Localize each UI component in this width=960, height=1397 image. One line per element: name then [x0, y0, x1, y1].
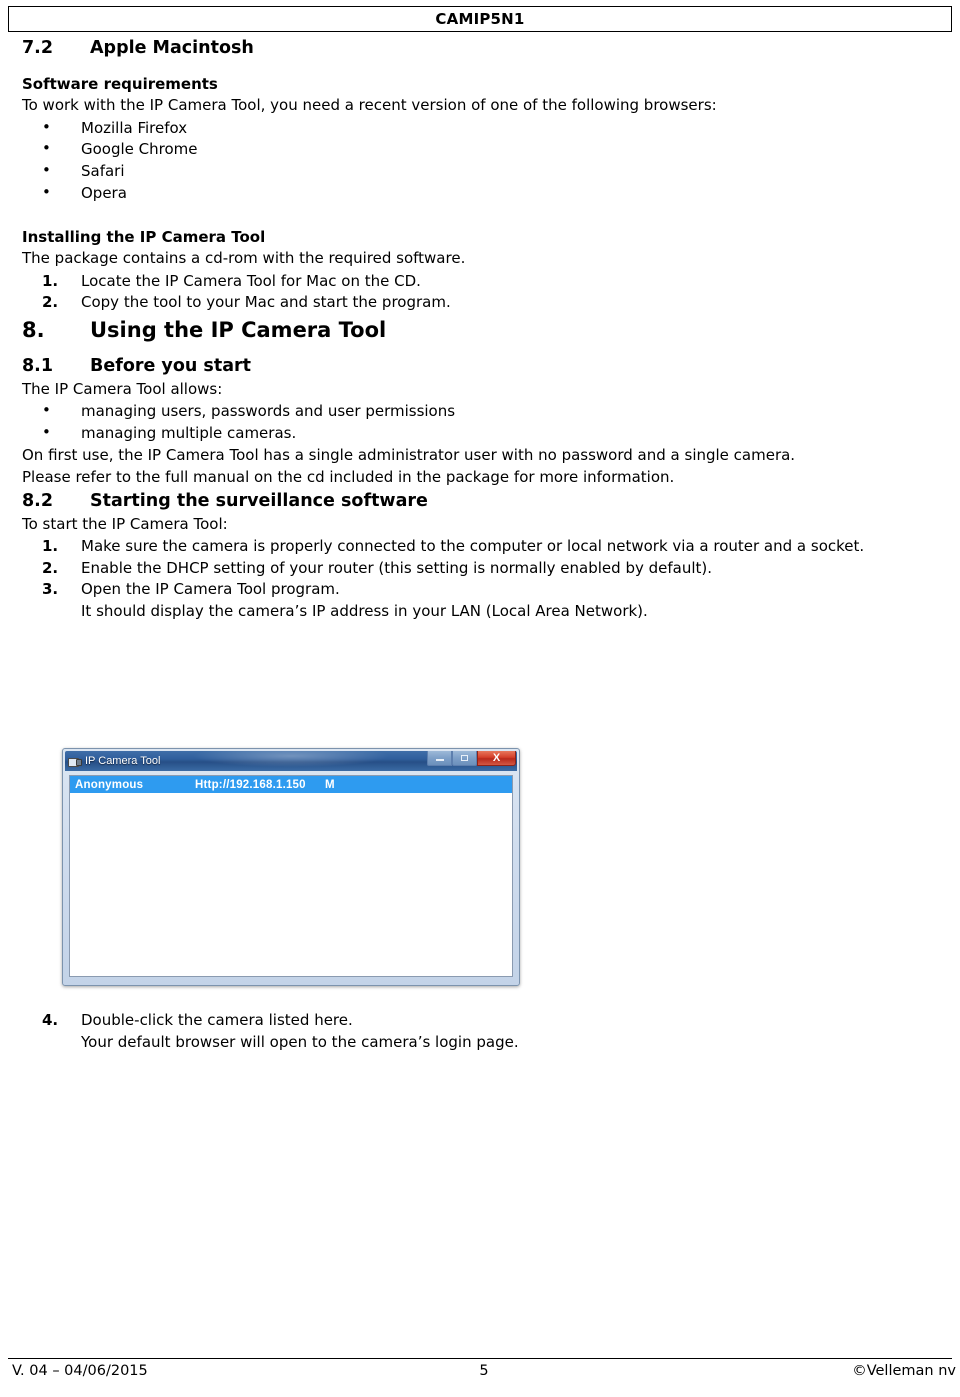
list-item: managing multiple cameras. — [22, 422, 938, 445]
section-8-1-number: 8.1 — [22, 355, 54, 376]
list-item: 3. Open the IP Camera Tool program. It s… — [22, 579, 938, 622]
step-number: 1. — [42, 271, 59, 290]
step-text: Make sure the camera is properly connect… — [81, 536, 865, 555]
page-header-box: CAMIP5N1 — [8, 6, 952, 32]
footer-version: V. 04 – 04/06/2015 — [12, 1363, 148, 1379]
document-content: 7.2 Apple Macintosh Software requirement… — [22, 36, 938, 622]
window-titlebar: IP Camera Tool X — [65, 751, 517, 771]
camera-list: Anonymous Http://192.168.1.150 M — [69, 775, 513, 977]
camera-flag: M — [325, 778, 335, 791]
section-8-1-intro: The IP Camera Tool allows: — [22, 379, 223, 398]
window-title: IP Camera Tool — [85, 755, 161, 767]
step-subtext: Your default browser will open to the ca… — [81, 1032, 519, 1051]
ip-camera-tool-screenshot: IP Camera Tool X Anonymous Http://192.16… — [54, 741, 526, 991]
list-item: managing users, passwords and user permi… — [22, 400, 938, 423]
step-text: Copy the tool to your Mac and start the … — [81, 293, 451, 312]
camera-name: Anonymous — [75, 778, 144, 791]
camera-address: Http://192.168.1.150 — [195, 778, 306, 791]
section-8-2-heading: 8.2 Starting the surveillance software — [22, 491, 938, 512]
section-8-1-heading: 8.1 Before you start — [22, 356, 938, 377]
section-8-title: Using the IP Camera Tool — [90, 317, 387, 342]
step-number: 1. — [42, 536, 59, 555]
section-8-1-title: Before you start — [90, 355, 252, 376]
document-page: CAMIP5N1 7.2 Apple Macintosh Software re… — [0, 0, 960, 1397]
step-subtext: It should display the camera’s IP addres… — [81, 601, 648, 620]
step-text: Open the IP Camera Tool program. — [81, 580, 340, 599]
step-text: Locate the IP Camera Tool for Mac on the… — [81, 271, 421, 290]
list-item: Opera — [22, 182, 938, 205]
minimize-button[interactable] — [427, 751, 452, 766]
camera-icon — [68, 756, 82, 767]
browser-list: Mozilla Firefox Google Chrome Safari Ope… — [22, 117, 938, 206]
step-number: 3. — [42, 580, 59, 599]
installing-heading: Installing the IP Camera Tool — [22, 228, 266, 247]
section-8-2-title: Starting the surveillance software — [90, 490, 428, 511]
startup-steps: 1. Make sure the camera is properly conn… — [22, 536, 938, 622]
list-item: Safari — [22, 160, 938, 183]
footer-page-number: 5 — [479, 1363, 489, 1379]
page-header-title: CAMIP5N1 — [435, 9, 525, 28]
step-number: 2. — [42, 293, 59, 312]
section-7-2-heading: 7.2 Apple Macintosh — [22, 38, 938, 59]
camera-list-row-selected[interactable]: Anonymous Http://192.168.1.150 M — [70, 776, 512, 793]
software-requirements-intro: To work with the IP Camera Tool, you nee… — [22, 96, 717, 115]
list-item: 2. Copy the tool to your Mac and start t… — [22, 292, 938, 314]
close-button[interactable]: X — [477, 751, 516, 766]
installing-steps: 1. Locate the IP Camera Tool for Mac on … — [22, 271, 938, 314]
list-item: Google Chrome — [22, 138, 938, 161]
list-item: 4. Double-click the camera listed here. … — [22, 1010, 938, 1053]
section-8-heading: 8. Using the IP Camera Tool — [22, 318, 938, 342]
app-window: IP Camera Tool X Anonymous Http://192.16… — [62, 748, 520, 986]
installing-intro: The package contains a cd-rom with the r… — [22, 249, 466, 268]
list-item: 1. Make sure the camera is properly conn… — [22, 536, 938, 558]
section-8-2-number: 8.2 — [22, 490, 54, 511]
step-number: 4. — [42, 1011, 59, 1029]
section-7-2-title: Apple Macintosh — [90, 38, 254, 58]
maximize-button[interactable] — [452, 751, 477, 766]
section-8-number: 8. — [22, 317, 45, 342]
list-item: 2. Enable the DHCP setting of your route… — [22, 558, 938, 580]
step-number: 2. — [42, 558, 59, 577]
list-item: Mozilla Firefox — [22, 117, 938, 140]
footer-copyright: ©Velleman nv — [852, 1363, 956, 1379]
section-8-1-para-1: On first use, the IP Camera Tool has a s… — [22, 446, 796, 465]
section-7-2-number: 7.2 — [22, 38, 54, 58]
section-8-2-intro: To start the IP Camera Tool: — [22, 514, 228, 533]
post-screenshot-steps: 4. Double-click the camera listed here. … — [22, 1010, 938, 1053]
step-text: Double-click the camera listed here. — [81, 1011, 353, 1029]
section-8-1-para-2: Please refer to the full manual on the c… — [22, 468, 675, 487]
page-footer: V. 04 – 04/06/2015 5 ©Velleman nv — [8, 1358, 956, 1379]
startup-steps-continued: 4. Double-click the camera listed here. … — [22, 1010, 938, 1053]
software-requirements-heading: Software requirements — [22, 75, 218, 93]
window-controls: X — [427, 751, 516, 766]
tool-capability-list: managing users, passwords and user permi… — [22, 400, 938, 445]
step-text: Enable the DHCP setting of your router (… — [81, 558, 713, 577]
list-item: 1. Locate the IP Camera Tool for Mac on … — [22, 271, 938, 293]
